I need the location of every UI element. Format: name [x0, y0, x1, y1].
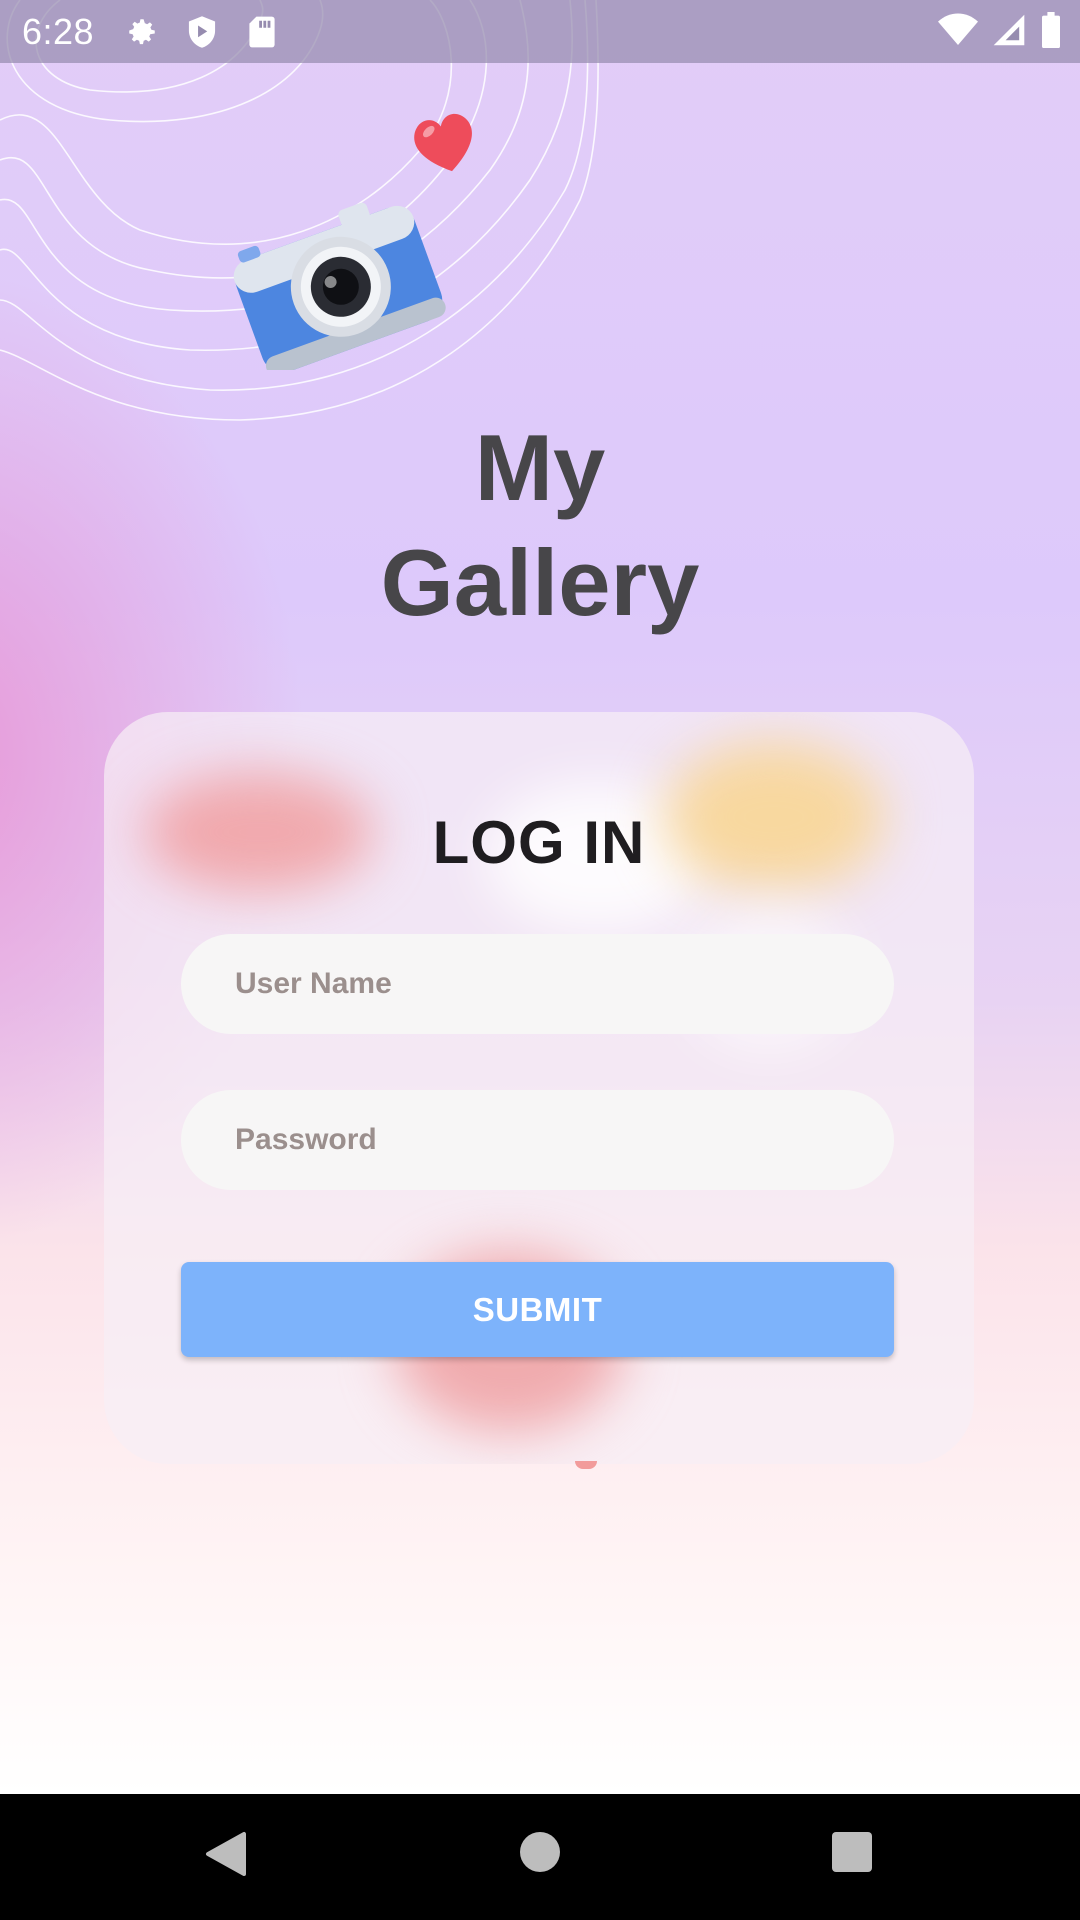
navigation-bar [0, 1794, 1080, 1920]
login-heading: LOG IN [432, 809, 646, 876]
sd-card-icon [244, 14, 280, 50]
gear-icon [124, 14, 160, 50]
shield-icon [184, 14, 220, 50]
password-input[interactable] [181, 1090, 894, 1190]
battery-icon [1040, 12, 1062, 53]
login-card: LOG IN SUBMIT [104, 712, 974, 1464]
username-input[interactable] [181, 934, 894, 1034]
cell-signal-icon [992, 13, 1026, 52]
home-icon[interactable] [520, 1832, 560, 1872]
status-bar: 6:28 [0, 0, 1080, 63]
recents-icon[interactable] [832, 1832, 872, 1872]
heart-icon [414, 113, 472, 172]
submit-button[interactable]: SUBMIT [181, 1262, 894, 1357]
status-time: 6:28 [22, 10, 95, 52]
back-icon[interactable] [204, 1830, 248, 1878]
wifi-icon [938, 13, 978, 52]
app-title: My Gallery [0, 410, 1080, 640]
app-title-line1: My [474, 415, 606, 520]
app-title-line2: Gallery [380, 530, 700, 635]
camera-illustration [233, 202, 446, 370]
